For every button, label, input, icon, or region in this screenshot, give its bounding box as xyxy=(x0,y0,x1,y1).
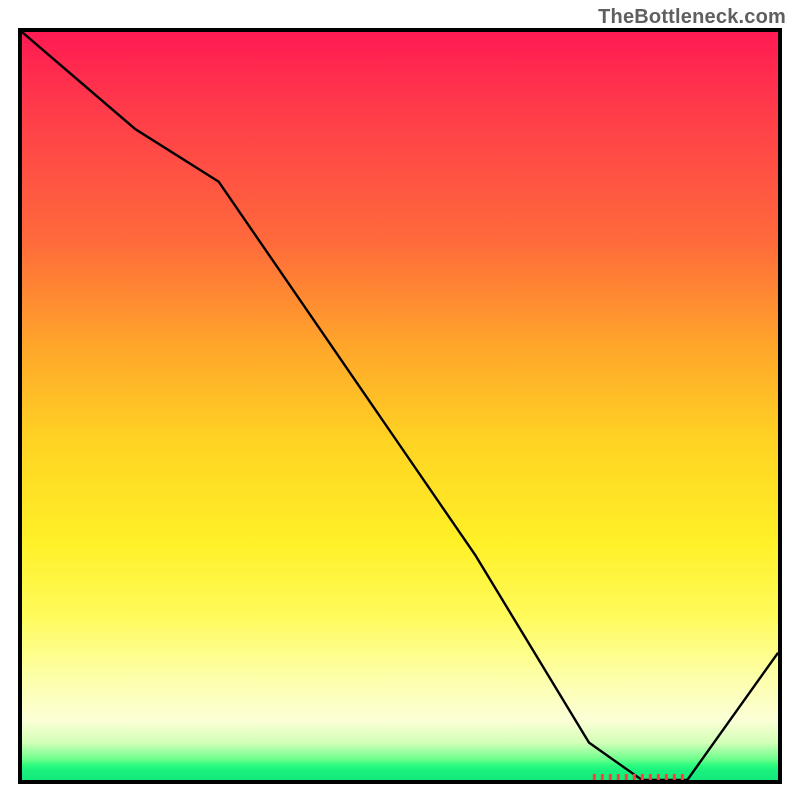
chart-overlay xyxy=(22,32,778,780)
chart-container: TheBottleneck.com xyxy=(0,0,800,800)
bottleneck-curve xyxy=(22,32,778,780)
plot-area xyxy=(18,28,782,784)
attribution-label: TheBottleneck.com xyxy=(598,6,786,29)
